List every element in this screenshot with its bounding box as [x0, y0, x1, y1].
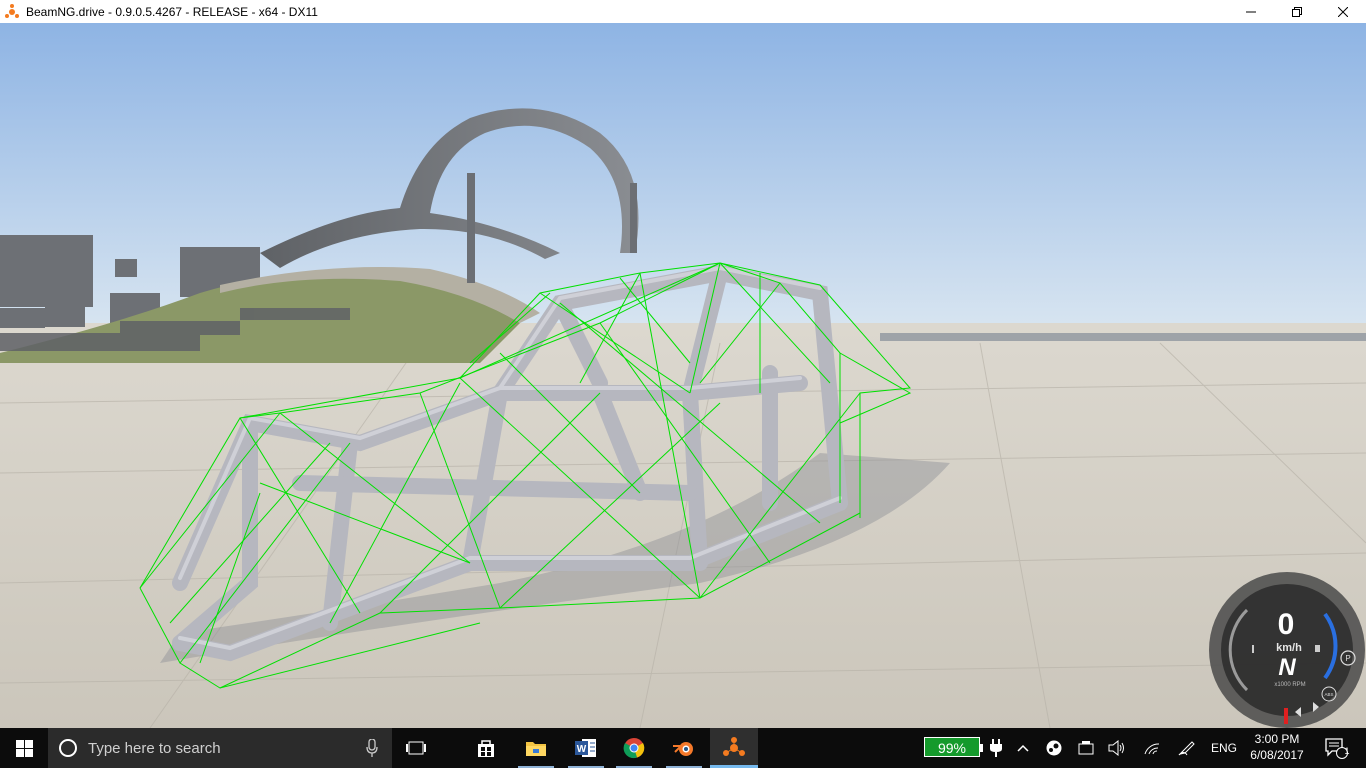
chrome-icon — [623, 738, 645, 759]
windows-logo-icon — [15, 739, 33, 757]
microphone-icon[interactable] — [366, 739, 378, 757]
action-center-button[interactable]: 1 — [1318, 728, 1354, 768]
language-indicator[interactable]: ENG — [1208, 728, 1240, 768]
window-title-bar: BeamNG.drive - 0.9.0.5.4267 - RELEASE - … — [0, 0, 1366, 23]
volume-icon[interactable] — [1106, 728, 1128, 768]
window-title: BeamNG.drive - 0.9.0.5.4267 - RELEASE - … — [26, 4, 318, 19]
word-icon: W — [575, 739, 596, 757]
beamng-app-icon — [5, 3, 19, 18]
blender-icon — [673, 742, 693, 756]
taskbar-file-explorer[interactable] — [512, 728, 560, 768]
folder-icon — [526, 742, 546, 756]
close-button[interactable] — [1320, 0, 1366, 23]
speed-unit: km/h — [1276, 642, 1302, 654]
wifi-icon[interactable] — [1141, 728, 1163, 768]
beamng-icon — [723, 737, 745, 756]
svg-text:P: P — [1345, 654, 1350, 663]
battery-tip — [980, 744, 983, 752]
steam-tray-icon[interactable] — [1043, 728, 1065, 768]
gear-indicator: N — [1278, 654, 1296, 681]
taskbar-clock[interactable]: 3:00 PM 6/08/2017 — [1246, 731, 1308, 763]
tablet-tray-icon[interactable] — [1075, 728, 1097, 768]
svg-text:W: W — [577, 744, 587, 755]
svg-text:ABS: ABS — [1324, 692, 1333, 697]
clock-time: 3:00 PM — [1254, 732, 1300, 746]
taskbar-beamng[interactable] — [710, 728, 758, 768]
close-icon — [1338, 6, 1348, 17]
horizon-strip — [880, 333, 1366, 341]
show-hidden-icons-chevron[interactable] — [1013, 728, 1033, 768]
minimize-icon — [1246, 11, 1256, 12]
taskbar-store[interactable] — [462, 728, 510, 768]
game-viewport[interactable]: P ABS 0 km/h N x1000 RPM — [0, 23, 1366, 728]
minimize-button[interactable] — [1228, 0, 1274, 23]
power-plug-icon[interactable] — [986, 728, 1006, 768]
maximize-button[interactable] — [1274, 0, 1320, 23]
rpm-label: x1000 RPM — [1274, 682, 1306, 688]
speed-readout: 0 — [1277, 608, 1295, 641]
taskbar-search-box[interactable]: Type here to search — [48, 728, 392, 768]
pen-ink-icon[interactable] — [1176, 728, 1198, 768]
restore-icon — [1292, 6, 1302, 17]
battery-indicator[interactable]: 99% — [924, 737, 980, 757]
search-placeholder: Type here to search — [88, 740, 221, 757]
windows-taskbar: Type here to search W 99% ENG 3:00 PM 6/… — [0, 728, 1366, 768]
taskbar-word[interactable]: W — [562, 728, 610, 768]
chevron-up-icon — [1017, 744, 1029, 752]
speedometer-hud: P ABS 0 km/h N x1000 RPM — [1207, 570, 1366, 728]
start-button[interactable] — [0, 728, 48, 768]
store-icon — [478, 740, 494, 757]
task-view-button[interactable] — [400, 728, 432, 768]
taskbar-blender[interactable] — [660, 728, 708, 768]
task-view-icon — [406, 741, 426, 755]
notification-count: 1 — [1344, 746, 1350, 756]
game-scene — [0, 23, 1366, 728]
clock-date: 6/08/2017 — [1250, 748, 1304, 762]
taskbar-chrome[interactable] — [610, 728, 658, 768]
cortana-icon — [59, 739, 77, 757]
